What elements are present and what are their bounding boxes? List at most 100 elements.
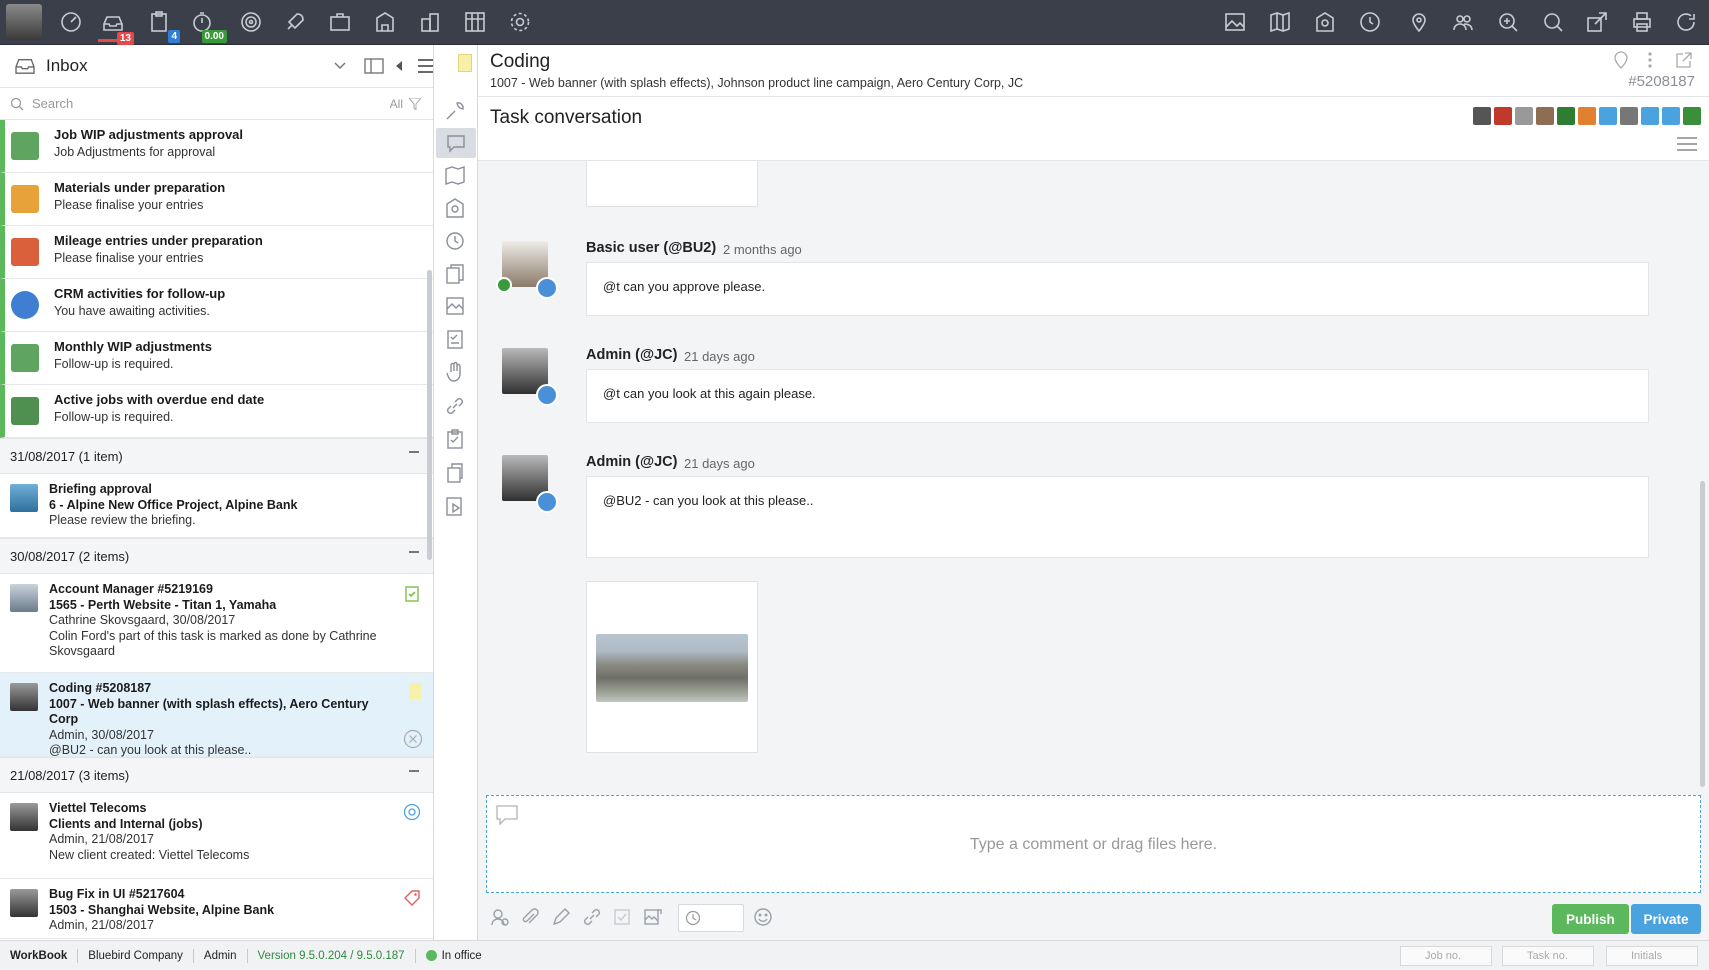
list-item[interactable]: Monthly WIP adjustments Follow-up is requ… [0, 332, 433, 385]
print-icon[interactable] [1627, 7, 1657, 37]
image-upload-icon[interactable] [643, 907, 665, 929]
pen-icon[interactable] [551, 907, 573, 929]
finance-icon[interactable] [1310, 7, 1340, 37]
attachment-thumbnail[interactable] [596, 634, 748, 702]
date-group-header[interactable]: 31/08/2017 (1 item) [0, 438, 433, 474]
mention-user-icon[interactable] [490, 907, 512, 929]
rocket-icon[interactable] [280, 7, 310, 37]
date-group-header[interactable]: 30/08/2017 (2 items) [0, 538, 433, 574]
org-chart-icon[interactable] [415, 7, 445, 37]
dashboard-icon[interactable] [56, 7, 86, 37]
task-number-field[interactable]: Task no. [1502, 946, 1594, 966]
clock-icon[interactable] [1355, 7, 1385, 37]
users-icon[interactable] [1448, 7, 1478, 37]
user-name[interactable]: Admin [194, 948, 248, 963]
comment-composer[interactable]: Type a comment or drag files here. [486, 795, 1701, 893]
date-group-header[interactable]: 21/08/2017 (3 items) [0, 757, 433, 793]
publish-button[interactable]: Publish [1552, 904, 1629, 934]
list-item[interactable]: Mileage entries under preparation Please … [0, 226, 433, 279]
filter-label[interactable]: All [390, 97, 403, 111]
inbox-search[interactable]: Search All [0, 88, 433, 120]
menu-icon[interactable] [418, 59, 434, 73]
conversation-icon[interactable] [436, 128, 476, 158]
planner-icon[interactable] [460, 7, 490, 37]
collapse-left-icon[interactable] [395, 61, 403, 71]
list-item[interactable]: Account Manager #5219169 1565 - Perth We… [0, 574, 433, 673]
collapse-icon[interactable] [409, 551, 419, 553]
job-number-field[interactable]: Job no. [1400, 946, 1492, 966]
time-entry-field[interactable] [678, 904, 744, 932]
approve-icon[interactable] [612, 907, 634, 929]
private-button[interactable]: Private [1631, 904, 1701, 934]
participant-avatar[interactable] [1599, 107, 1617, 125]
participant-avatar[interactable] [1557, 107, 1575, 125]
media-icon[interactable] [444, 495, 468, 519]
chevron-down-icon[interactable] [334, 62, 346, 70]
more-vertical-icon[interactable] [1647, 51, 1653, 69]
comment-input[interactable]: Type a comment or drag files here. [487, 836, 1700, 854]
stopwatch-icon[interactable]: 0.00 [187, 7, 227, 43]
participant-avatar[interactable] [1620, 107, 1638, 125]
list-item[interactable]: Active jobs with overdue end date Follow-… [0, 385, 433, 438]
participant-avatar[interactable] [1578, 107, 1596, 125]
search-icon[interactable] [1538, 7, 1568, 37]
list-item[interactable]: Bug Fix in UI #5217604 1503 - Shanghai W… [0, 879, 433, 939]
participant-avatar[interactable] [1473, 107, 1491, 125]
zoom-in-icon[interactable] [1493, 7, 1523, 37]
presence-status[interactable]: In office [416, 949, 492, 963]
target-icon[interactable] [236, 7, 266, 37]
initials-field[interactable]: Initials [1606, 946, 1698, 966]
collapse-icon[interactable] [409, 451, 419, 453]
tag-icon[interactable] [403, 889, 421, 907]
participant-avatar[interactable] [1662, 107, 1680, 125]
list-item[interactable]: Briefing approval 6 - Alpine New Office … [0, 474, 433, 538]
link-icon[interactable] [444, 395, 468, 419]
participant-avatar[interactable] [1683, 107, 1701, 125]
wrench-icon[interactable] [444, 100, 468, 124]
menu-icon[interactable] [1677, 137, 1697, 151]
list-item[interactable]: Viettel Telecoms Clients and Internal (j… [0, 793, 433, 879]
briefcase-icon[interactable] [325, 7, 355, 37]
emoji-icon[interactable] [753, 907, 775, 929]
gallery-icon[interactable] [444, 295, 468, 319]
hand-icon[interactable] [444, 361, 468, 385]
link-icon[interactable] [582, 907, 604, 929]
participant-avatar[interactable] [1641, 107, 1659, 125]
clipboard-icon[interactable]: 4 [144, 7, 180, 43]
map-icon[interactable] [1265, 7, 1295, 37]
list-item[interactable]: CRM activities for follow-up You have awa… [0, 279, 433, 332]
copy-icon[interactable] [444, 462, 468, 486]
clock-icon[interactable] [444, 230, 468, 254]
collapse-icon[interactable] [409, 770, 419, 772]
building-icon[interactable] [370, 7, 400, 37]
scrollbar[interactable] [1700, 481, 1705, 787]
user-avatar[interactable] [6, 4, 42, 40]
search-input[interactable]: Search [32, 96, 73, 111]
close-icon[interactable] [403, 729, 423, 749]
task-list-icon[interactable] [444, 428, 468, 452]
list-item[interactable]: Materials under preparation Please finali… [0, 173, 433, 226]
clipboard-check-icon[interactable] [403, 584, 421, 602]
list-item[interactable]: Job WIP adjustments approval Job Adjustme… [0, 120, 433, 173]
panel-layout-icon[interactable] [364, 58, 384, 74]
scrollbar[interactable] [427, 270, 432, 560]
popout-icon[interactable] [1675, 51, 1693, 69]
attach-icon[interactable] [520, 907, 542, 929]
client-icon[interactable] [403, 803, 421, 821]
map-icon[interactable] [444, 165, 468, 189]
location-pin-icon[interactable] [1404, 7, 1434, 37]
inbox-icon[interactable]: 13 [98, 6, 134, 45]
participant-avatar[interactable] [1536, 107, 1554, 125]
location-pin-icon[interactable] [1613, 51, 1629, 69]
attachment-card[interactable] [586, 161, 758, 207]
image-icon[interactable] [1220, 7, 1250, 37]
documents-icon[interactable] [444, 263, 468, 287]
company-name[interactable]: Bluebird Company [78, 948, 194, 963]
export-icon[interactable] [1582, 7, 1612, 37]
settings-icon[interactable] [505, 7, 535, 37]
list-item-selected[interactable]: Coding #5208187 1007 - Web banner (with … [0, 673, 433, 757]
image-attachment[interactable] [586, 581, 758, 753]
finance-icon[interactable] [444, 197, 468, 221]
participant-avatar[interactable] [1494, 107, 1512, 125]
participant-avatar[interactable] [1515, 107, 1533, 125]
